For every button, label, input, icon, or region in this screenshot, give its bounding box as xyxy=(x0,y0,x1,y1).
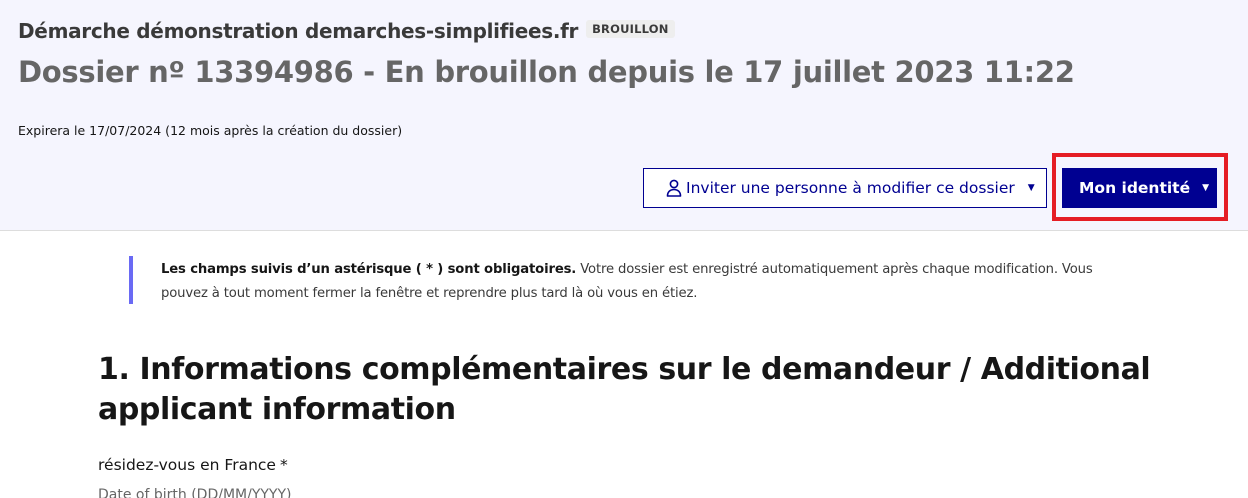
invite-person-button[interactable]: Inviter une personne à modifier ce dossi… xyxy=(643,168,1047,208)
notice-text: Les champs suivis d’un astérisque ( * ) … xyxy=(161,258,1129,306)
invite-button-label: Inviter une personne à modifier ce dossi… xyxy=(686,179,1015,197)
status-badge: BROUILLON xyxy=(586,20,675,38)
my-identity-button[interactable]: Mon identité ▼ xyxy=(1062,168,1217,208)
expiry-notice: Expirera le 17/07/2024 (12 mois après la… xyxy=(18,123,403,138)
procedure-line: Démarche démonstration demarches-simplif… xyxy=(18,17,675,45)
dossier-header: Démarche démonstration demarches-simplif… xyxy=(0,0,1248,231)
user-icon xyxy=(664,178,684,198)
notice-bold-text: Les champs suivis d’un astérisque ( * ) … xyxy=(161,262,577,277)
section-title: 1. Informations complémentaires sur le d… xyxy=(98,352,1151,427)
identity-button-label: Mon identité xyxy=(1079,179,1191,197)
chevron-down-icon: ▼ xyxy=(1202,183,1210,193)
page-title: Dossier nº 13394986 - En brouillon depui… xyxy=(18,55,1075,89)
chevron-down-icon: ▼ xyxy=(1027,183,1035,193)
required-fields-notice: Les champs suivis d’un astérisque ( * ) … xyxy=(129,256,1129,304)
field-hint: Date of birth (DD/MM/YYYY) xyxy=(98,487,292,498)
required-marker: * xyxy=(279,456,288,474)
field-label: résidez-vous en France * xyxy=(98,456,288,474)
field-label-text: résidez-vous en France xyxy=(98,456,276,474)
procedure-title[interactable]: Démarche démonstration demarches-simplif… xyxy=(18,19,578,43)
